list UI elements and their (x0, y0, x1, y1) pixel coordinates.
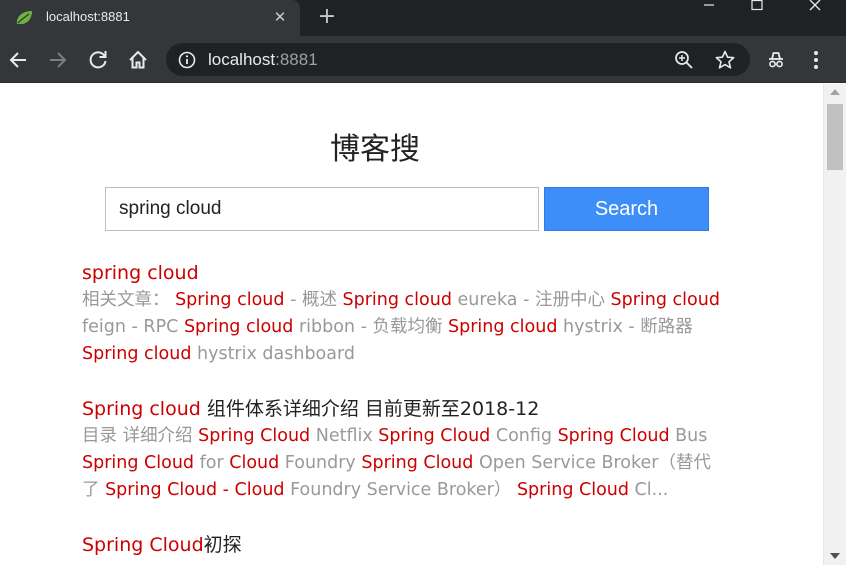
browser-toolbar: localhost:8881 (0, 36, 846, 83)
zoom-icon[interactable] (674, 50, 694, 70)
result-title-link[interactable]: Spring cloud 组件体系详细介绍 目前更新至2018-12 (82, 396, 722, 422)
highlight-term: Spring cloud (448, 317, 558, 337)
highlight-term: Spring cloud (82, 344, 192, 364)
highlight-term: Spring Cloud (198, 426, 311, 446)
address-bar[interactable]: localhost:8881 (166, 43, 750, 76)
result-snippet: 相关文章： Spring cloud - 概述 Spring cloud eur… (82, 287, 722, 368)
minimize-icon[interactable] (686, 0, 732, 28)
reload-icon[interactable] (86, 48, 110, 72)
highlight-term: Spring Cloud (82, 534, 204, 556)
highlight-term: spring cloud (82, 262, 199, 284)
tab-close-icon[interactable]: ✕ (270, 7, 290, 27)
snippet-text: for (194, 453, 230, 473)
title-text: 组件体系详细介绍 目前更新至2018-12 (200, 398, 540, 420)
snippet-text: 相关文章： (82, 290, 176, 310)
result-item: spring cloud 相关文章： Spring cloud - 概述 Spri… (82, 260, 722, 368)
spring-leaf-icon (16, 11, 32, 25)
snippet-text: - 概述 (284, 290, 343, 310)
url-port: :8881 (275, 50, 318, 69)
snippet-text: Cl... (628, 480, 669, 500)
url-text: localhost:8881 (208, 50, 318, 70)
snippet-text: Netflix (310, 426, 379, 446)
highlight-term: Cloud (229, 453, 280, 473)
title-bar: localhost:8881 ✕ + (0, 0, 846, 36)
incognito-extension-icon[interactable] (764, 48, 788, 72)
scroll-thumb[interactable] (827, 104, 843, 170)
snippet-text: Config (490, 426, 558, 446)
home-icon[interactable] (126, 48, 150, 72)
snippet-text: Foundry (279, 453, 362, 473)
highlight-term: Spring Cloud (378, 426, 491, 446)
snippet-text: Bus (669, 426, 708, 446)
scroll-down-arrow-icon[interactable] (830, 553, 840, 559)
browser-window: localhost:8881 ✕ + localhost:8881 博客搜 sp… (0, 0, 846, 565)
window-close-icon[interactable] (792, 0, 838, 28)
search-button[interactable]: Search (544, 187, 709, 231)
snippet-text: hystrix - 断路器 (557, 317, 693, 337)
page-title: 博客搜 (330, 132, 420, 167)
page-content: 博客搜 Search spring cloud 相关文章： Spring clou… (0, 84, 823, 565)
results-list: spring cloud 相关文章： Spring cloud - 概述 Spri… (82, 260, 722, 565)
browser-tab[interactable]: localhost:8881 ✕ (0, 0, 300, 36)
back-arrow-icon[interactable] (6, 48, 30, 72)
url-host: localhost (208, 50, 276, 69)
snippet-text: 目录 详细介绍 (82, 426, 199, 446)
highlight-term: Spring cloud (610, 290, 720, 310)
snippet-text: Foundry Service Broker） (284, 480, 517, 500)
snippet-text: feign - RPC (82, 317, 184, 337)
forward-arrow-icon[interactable] (46, 48, 70, 72)
highlight-term: Spring cloud (183, 317, 294, 337)
result-item: Spring Cloud初探 (82, 532, 722, 558)
vertical-scrollbar[interactable] (823, 84, 846, 565)
result-title-link[interactable]: spring cloud (82, 260, 722, 286)
snippet-text: ribbon - 负载均衡 (293, 317, 449, 337)
highlight-term: Spring Cloud (516, 480, 629, 500)
result-item: Spring cloud 组件体系详细介绍 目前更新至2018-12 目录 详细介… (82, 396, 722, 504)
title-text: 初探 (203, 534, 242, 556)
highlight-term: Spring cloud (175, 290, 285, 310)
highlight-term: Spring Cloud (82, 453, 195, 473)
bookmark-star-icon[interactable] (714, 49, 736, 71)
search-input[interactable] (105, 187, 539, 231)
highlight-term: Spring Cloud (361, 453, 474, 473)
highlight-term: Spring Cloud - Cloud (105, 480, 285, 500)
result-snippet: 目录 详细介绍 Spring Cloud Netflix Spring Clou… (82, 423, 722, 504)
snippet-text: eureka - 注册中心 (451, 290, 611, 310)
snippet-text: hystrix dashboard (191, 344, 355, 364)
maximize-icon[interactable] (734, 0, 780, 28)
result-title-link[interactable]: Spring Cloud初探 (82, 532, 722, 558)
new-tab-icon[interactable]: + (315, 6, 339, 30)
scroll-up-arrow-icon[interactable] (830, 89, 840, 95)
highlight-term: Spring cloud (342, 290, 452, 310)
tab-title: localhost:8881 (46, 9, 130, 24)
highlight-term: Spring Cloud (557, 426, 670, 446)
menu-kebab-icon[interactable] (804, 48, 828, 72)
info-icon[interactable] (178, 51, 196, 69)
highlight-term: Spring cloud (82, 398, 201, 420)
